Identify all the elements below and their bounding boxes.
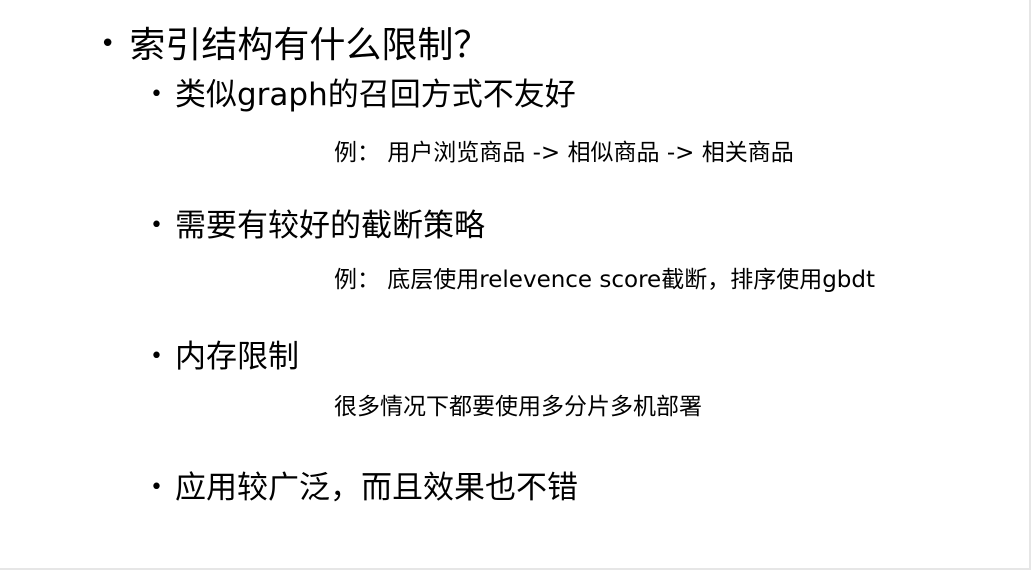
slide: • 索引结构有什么限制？ • 类似graph的召回方式不友好 例： 用户浏览商品 -… [0, 0, 1031, 570]
point-4: • 应用较广泛，而且效果也不错 [150, 473, 578, 504]
point-1-example: 例： 用户浏览商品 -> 相似商品 -> 相关商品 [334, 140, 794, 166]
title-text: 索引结构有什么限制？ [129, 25, 490, 66]
point-1: • 类似graph的召回方式不友好 [150, 80, 576, 111]
slide-title: • 索引结构有什么限制？ [100, 28, 489, 64]
point-3-example: 很多情况下都要使用多分片多机部署 [334, 394, 702, 420]
point-1-text: 类似graph的召回方式不友好 [174, 77, 576, 113]
point-2: • 需要有较好的截断策略 [150, 211, 485, 242]
bullet-icon: • [100, 29, 116, 59]
point-3-text: 内存限制 [174, 339, 299, 375]
bullet-icon: • [150, 344, 163, 369]
bullet-icon: • [150, 213, 163, 238]
point-3: • 内存限制 [150, 342, 299, 373]
bullet-icon: • [150, 82, 163, 107]
point-2-example: 例： 底层使用relevence score截断，排序使用gbdt [334, 267, 876, 293]
point-4-text: 应用较广泛，而且效果也不错 [174, 470, 578, 506]
point-2-text: 需要有较好的截断策略 [174, 208, 485, 244]
bullet-icon: • [150, 475, 163, 500]
